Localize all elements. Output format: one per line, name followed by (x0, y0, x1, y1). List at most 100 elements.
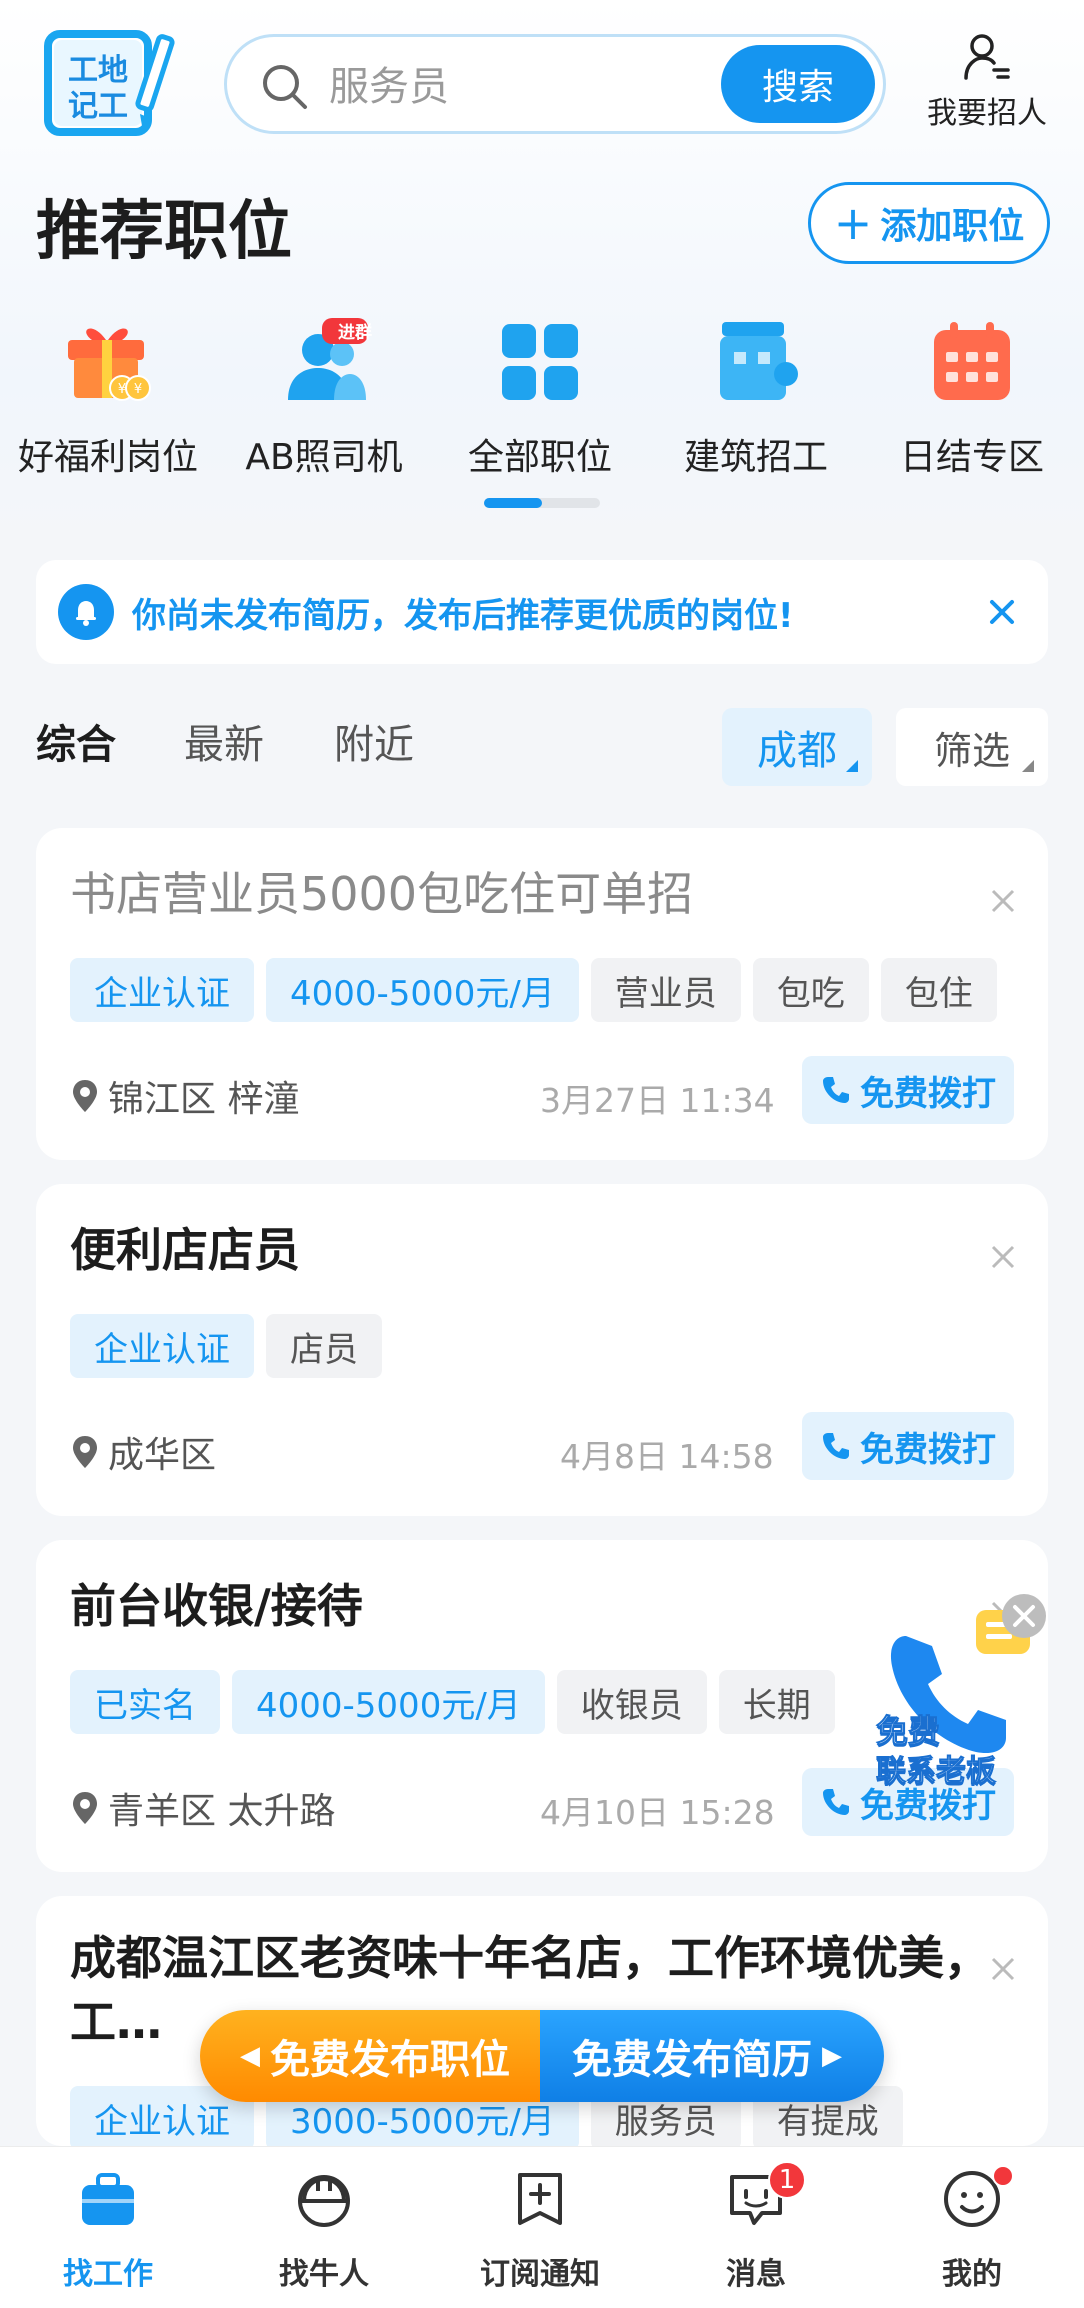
dropdown-corner-icon (1022, 760, 1034, 772)
publish-resume-button[interactable]: 免费发布简历 ▶ (540, 2010, 884, 2102)
category-all-positions[interactable]: 全部职位 (432, 316, 648, 480)
svg-text:¥: ¥ (134, 382, 142, 397)
subscribe-icon (518, 2173, 562, 2225)
free-call-button[interactable]: 免费拨打 (802, 1056, 1014, 1124)
page-title: 推荐职位 (36, 195, 292, 269)
job-location: 青羊区 太升路 (70, 1782, 335, 1834)
post-time: 4月8日 14:58 (560, 1437, 774, 1476)
arrow-right-icon: ▶ (822, 2041, 842, 2071)
grid-icon (502, 324, 578, 400)
nav-label: 消息 (726, 2257, 786, 2292)
briefcase-icon (82, 2173, 134, 2225)
tag: 4000-5000元/月 (232, 1670, 545, 1734)
job-title: 前台收银/接待 (70, 1579, 363, 1633)
nav-profile[interactable]: 我的 (864, 2165, 1080, 2293)
nav-label: 订阅通知 (480, 2257, 600, 2292)
bell-icon (58, 584, 114, 640)
nav-find-job[interactable]: 找工作 (0, 2167, 216, 2293)
close-ad-icon[interactable] (1000, 1592, 1048, 1640)
nav-messages[interactable]: 1 消息 (648, 2161, 864, 2293)
calendar-icon (934, 322, 1010, 400)
filter-button[interactable]: 筛选 (896, 708, 1048, 786)
join-group-badge: 进群 (338, 323, 372, 343)
tab-comprehensive[interactable]: 综合 (36, 712, 116, 770)
filter-label: 筛选 (933, 728, 1010, 773)
recruit-button[interactable]: 我要招人 (920, 30, 1054, 140)
job-title: 书店营业员5000包吃住可单招 (70, 867, 694, 921)
post-time: 3月27日 11:34 (540, 1081, 775, 1120)
resume-notice-banner[interactable]: 你尚未发布简历，发布后推荐更优质的岗位! (36, 560, 1048, 664)
publish-position-button[interactable]: ◀ 免费发布职位 (200, 2010, 540, 2102)
tab-latest[interactable]: 最新 (184, 712, 264, 770)
publish-resume-label: 免费发布简历 (572, 2037, 812, 2083)
search-bar[interactable]: 服务员 搜索 (224, 34, 886, 134)
category-good-benefits[interactable]: ¥ ¥ 好福利岗位 (0, 316, 216, 480)
tag-list: 已实名 4000-5000元/月 收银员 长期 (70, 1670, 835, 1734)
tag: 包住 (880, 958, 997, 1022)
location-text: 成华区 (108, 1435, 217, 1476)
tag: 已实名 (70, 1670, 220, 1734)
phone-icon (823, 1077, 849, 1103)
nav-subscribe[interactable]: 订阅通知 (432, 2167, 648, 2293)
job-card[interactable]: 书店营业员5000包吃住可单招 企业认证 4000-5000元/月 营业员 包吃… (36, 828, 1048, 1160)
close-icon[interactable] (988, 886, 1018, 916)
job-location: 成华区 (70, 1426, 216, 1478)
location-pin-icon (73, 1436, 97, 1468)
recruiter-icon (964, 34, 1010, 80)
bottom-navigation: 找工作 找牛人 订阅通知 1 消息 我的 (0, 2146, 1084, 2308)
nav-label: 找工作 (63, 2257, 153, 2292)
city-label: 成都 (757, 728, 837, 774)
location-pin-icon (73, 1080, 97, 1112)
search-icon (263, 65, 307, 109)
app-logo[interactable]: 工地 记工 (44, 30, 184, 138)
category-label: AB照司机 (245, 437, 403, 478)
location-text: 青羊区 太升路 (108, 1791, 336, 1832)
plus-icon: + (833, 196, 873, 250)
nav-label: 找牛人 (279, 2257, 369, 2292)
tag: 包吃 (752, 958, 869, 1022)
add-position-label: 添加职位 (880, 206, 1025, 247)
close-icon[interactable] (988, 1242, 1018, 1272)
close-icon[interactable] (984, 594, 1020, 630)
publish-bar: ◀ 免费发布职位 免费发布简历 ▶ (200, 2010, 884, 2102)
tag: 长期 (718, 1670, 835, 1734)
add-position-button[interactable]: + 添加职位 (808, 182, 1050, 264)
job-location: 锦江区 梓潼 (70, 1070, 299, 1122)
category-label: 建筑招工 (683, 437, 828, 478)
tag: 企业认证 (70, 958, 254, 1022)
publish-position-label: 免费发布职位 (270, 2037, 510, 2083)
svg-text:工地: 工地 (68, 53, 128, 88)
category-label: 好福利岗位 (17, 437, 198, 478)
job-title: 便利店店员 (70, 1223, 300, 1277)
tag-list: 企业认证 4000-5000元/月 营业员 包吃 包住 (70, 958, 997, 1022)
tag: 店员 (266, 1314, 382, 1378)
tag: 收银员 (556, 1670, 707, 1734)
phone-icon (823, 1433, 849, 1459)
unread-badge: 1 (768, 2161, 806, 2199)
gift-icon: ¥ ¥ (68, 328, 151, 401)
category-row: ¥ ¥ 好福利岗位 进群 AB照司机 全部职位 建筑招工 日结专区 (0, 316, 1084, 478)
location-pin-icon (73, 1792, 97, 1824)
location-text: 锦江区 梓潼 (108, 1079, 300, 1120)
job-card[interactable]: 便利店店员 企业认证 店员 成华区 4月8日 14:58 免费拨打 (36, 1184, 1048, 1516)
category-label: 全部职位 (467, 437, 612, 478)
nav-find-talent[interactable]: 找牛人 (216, 2167, 432, 2293)
category-daily-pay[interactable]: 日结专区 (864, 316, 1080, 480)
category-construction[interactable]: 建筑招工 (648, 316, 864, 480)
post-time: 4月10日 15:28 (540, 1793, 775, 1832)
search-input[interactable]: 服务员 (329, 61, 449, 113)
tag-list: 企业认证 店员 (70, 1314, 382, 1378)
logo-icon: 工地 记工 (44, 30, 175, 136)
svg-text:¥: ¥ (118, 382, 126, 397)
ad-line2: 联系老板 (876, 1754, 997, 1790)
call-label: 免费拨打 (860, 1073, 996, 1114)
free-call-button[interactable]: 免费拨打 (802, 1412, 1014, 1480)
search-button[interactable]: 搜索 (721, 45, 875, 123)
close-icon[interactable] (988, 1954, 1018, 1984)
tab-nearby[interactable]: 附近 (334, 712, 414, 770)
city-selector[interactable]: 成都 (722, 708, 872, 786)
phone-icon (823, 1789, 849, 1815)
notification-dot (992, 2165, 1014, 2187)
category-ab-driver[interactable]: 进群 AB照司机 (216, 316, 432, 480)
tag: 营业员 (590, 958, 741, 1022)
